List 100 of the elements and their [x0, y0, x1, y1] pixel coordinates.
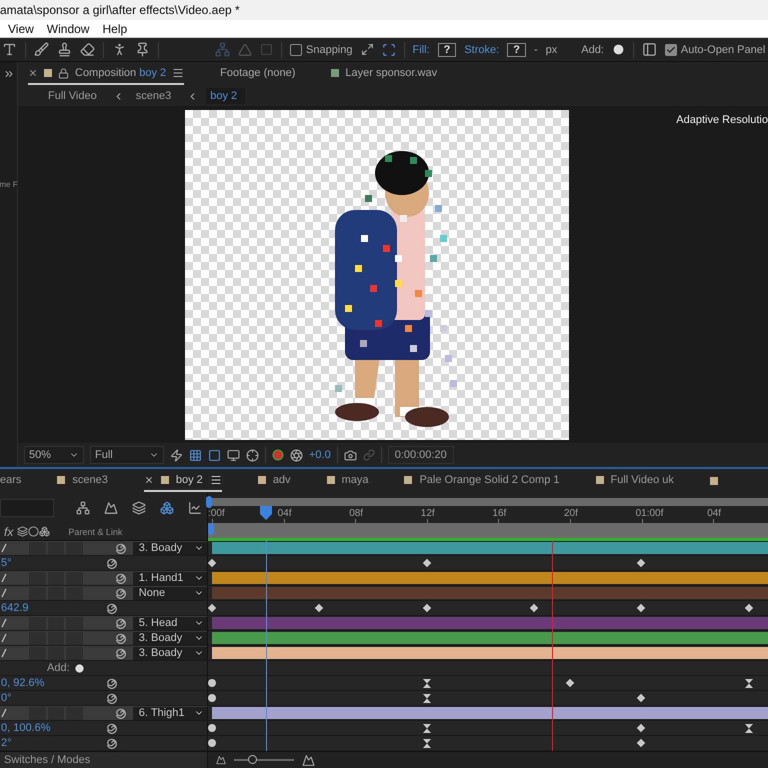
- graph-editor-icon[interactable]: [188, 501, 202, 515]
- switch-box[interactable]: [28, 572, 46, 584]
- keyframe-hourglass[interactable]: [422, 694, 431, 703]
- pickwhip-icon[interactable]: [106, 602, 118, 614]
- switch-box[interactable]: [48, 542, 64, 554]
- menu-item[interactable]: Window: [46, 22, 90, 36]
- panel-icon[interactable]: [642, 42, 657, 57]
- pin-tool-icon[interactable]: [135, 42, 150, 57]
- menu-item[interactable]: View: [8, 22, 34, 36]
- lock-icon[interactable]: [58, 68, 69, 78]
- pickwhip-icon[interactable]: [114, 542, 127, 554]
- search-field[interactable]: [0, 499, 54, 517]
- parent-dropdown[interactable]: 1. Hand1: [132, 572, 207, 584]
- pickwhip-icon[interactable]: [106, 692, 118, 704]
- switch-box[interactable]: [28, 706, 46, 720]
- close-icon[interactable]: [144, 475, 154, 485]
- crosshair-icon[interactable]: [246, 448, 259, 462]
- parent-dropdown[interactable]: 3. Boady: [132, 632, 207, 644]
- timeline-tab[interactable]: adv: [258, 470, 291, 492]
- navigator-handle[interactable]: [206, 496, 212, 508]
- time-ruler[interactable]: :00f 04f 08f 12f 16f 20f 01:00f 04f: [208, 506, 768, 523]
- parent-dropdown[interactable]: 3. Boady: [132, 646, 207, 660]
- pickwhip-icon[interactable]: [114, 572, 127, 584]
- timeline-tab[interactable]: Full Video uk: [596, 470, 674, 492]
- hierarchy-icon[interactable]: [76, 501, 90, 515]
- stroke-swatch[interactable]: ?: [507, 42, 526, 56]
- puppet-tool-icon[interactable]: [112, 42, 127, 57]
- switch-box[interactable]: [28, 646, 46, 660]
- property-value[interactable]: 0°: [1, 692, 96, 704]
- pickwhip-icon[interactable]: [106, 737, 118, 749]
- aperture-icon[interactable]: [290, 448, 303, 462]
- timeline-tab[interactable]: ears: [0, 470, 22, 492]
- timeline-tab[interactable]: Pale Orange Solid 2 Comp 1: [404, 470, 560, 492]
- keyframe-hourglass[interactable]: [744, 679, 753, 688]
- layers-icon[interactable]: [132, 501, 146, 515]
- switch-box[interactable]: [66, 706, 84, 720]
- current-time-field[interactable]: 0:00:00:20: [388, 446, 454, 464]
- breadcrumb[interactable]: scene3: [132, 88, 180, 104]
- pickwhip-icon[interactable]: [114, 617, 127, 629]
- exposure-value[interactable]: +0.0: [309, 449, 331, 461]
- switch-box[interactable]: [48, 586, 64, 600]
- pickwhip-icon[interactable]: [106, 677, 118, 689]
- eraser-tool-icon[interactable]: [80, 42, 95, 57]
- color-channels-icon[interactable]: [272, 449, 284, 461]
- auto-open-panel-checkbox[interactable]: Auto-Open Panel: [664, 44, 766, 56]
- switch-box[interactable]: [66, 616, 84, 630]
- expand-panels-icon[interactable]: [2, 68, 14, 80]
- parent-dropdown[interactable]: 3. Boady: [132, 542, 207, 554]
- panel-tab[interactable]: Layer sponsor.wav: [331, 63, 438, 85]
- switch-box[interactable]: [66, 586, 84, 600]
- switch-box[interactable]: [66, 632, 84, 644]
- pickwhip-icon[interactable]: [114, 587, 127, 599]
- parent-dropdown[interactable]: None: [132, 586, 207, 600]
- timeline-tab[interactable]: maya: [326, 470, 368, 492]
- keyframe-hourglass[interactable]: [422, 679, 431, 688]
- breadcrumb[interactable]: boy 2: [206, 88, 246, 104]
- keyframe-hourglass[interactable]: [422, 739, 431, 748]
- fill-swatch[interactable]: ?: [438, 42, 456, 56]
- parent-dropdown[interactable]: 5. Head: [132, 616, 207, 630]
- menu-icon[interactable]: [172, 67, 184, 79]
- expand-icon[interactable]: [360, 43, 374, 56]
- switch-box[interactable]: [28, 616, 46, 630]
- switches-modes-toggle[interactable]: Switches / Modes: [0, 752, 208, 768]
- mask-icon[interactable]: [208, 448, 221, 462]
- property-value[interactable]: 0, 92.6%: [1, 677, 96, 689]
- property-value[interactable]: 2°: [1, 737, 96, 749]
- pickwhip-icon[interactable]: [106, 557, 118, 569]
- stroke-width[interactable]: -: [534, 44, 538, 56]
- fast-preview-icon[interactable]: [170, 448, 183, 462]
- property-value[interactable]: 5°: [1, 557, 96, 569]
- breadcrumb[interactable]: Full Video: [44, 88, 105, 104]
- monitor-icon[interactable]: [227, 448, 240, 462]
- property-value[interactable]: 642.9: [1, 602, 96, 614]
- playhead-handle[interactable]: [260, 506, 272, 520]
- close-icon[interactable]: [28, 68, 38, 78]
- pickwhip-icon[interactable]: [106, 722, 118, 734]
- parent-dropdown[interactable]: 6. Thigh1: [132, 706, 207, 720]
- mountain-icon[interactable]: [104, 501, 118, 515]
- type-tool-icon[interactable]: [2, 42, 17, 57]
- switch-box[interactable]: [28, 632, 46, 644]
- property-value[interactable]: 0, 100.6%: [1, 722, 96, 734]
- stamp-tool-icon[interactable]: [57, 42, 72, 57]
- keyframe-hourglass[interactable]: [744, 724, 753, 733]
- switch-box[interactable]: [48, 632, 64, 644]
- switch-box[interactable]: [66, 572, 84, 584]
- switch-box[interactable]: [48, 706, 64, 720]
- pickwhip-icon[interactable]: [114, 707, 127, 719]
- grid-icon[interactable]: [189, 448, 202, 462]
- camera-icon[interactable]: [344, 448, 357, 462]
- resolution-dropdown[interactable]: Full: [90, 446, 164, 464]
- switch-box[interactable]: [48, 646, 64, 660]
- switch-box[interactable]: [48, 616, 64, 630]
- scan-icon[interactable]: [382, 42, 396, 56]
- pickwhip-icon[interactable]: [114, 647, 127, 659]
- panel-tab[interactable]: Footage (none): [220, 63, 296, 85]
- timeline-tab[interactable]: scene3: [57, 470, 108, 492]
- zoom-slider-thumb[interactable]: [248, 755, 257, 764]
- keyframe-hourglass[interactable]: [422, 724, 431, 733]
- pickwhip-icon[interactable]: [114, 632, 127, 644]
- switch-box[interactable]: [66, 646, 84, 660]
